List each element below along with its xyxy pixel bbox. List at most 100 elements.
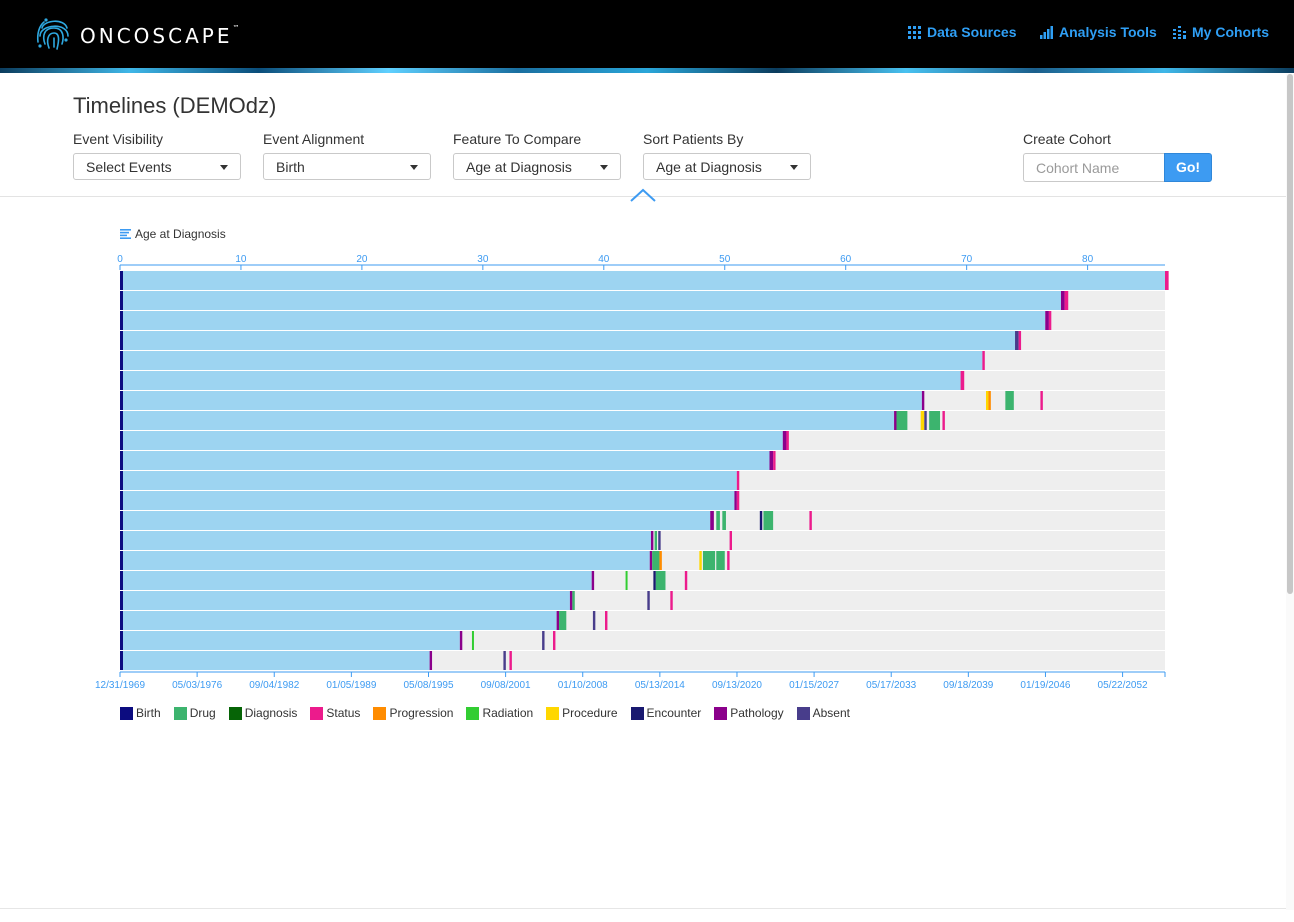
absent-event[interactable] [503, 651, 506, 670]
patient-feature-bar[interactable] [120, 311, 1046, 330]
pathology-event[interactable] [782, 431, 787, 450]
pathology-event[interactable] [649, 551, 653, 570]
status-event[interactable] [684, 571, 688, 590]
pathology-event[interactable] [1060, 291, 1065, 310]
patient-feature-bar[interactable] [120, 611, 557, 630]
pathology-event[interactable] [769, 451, 774, 470]
procedure-event[interactable] [920, 411, 925, 430]
status-event[interactable] [552, 631, 556, 650]
patient-feature-bar[interactable] [120, 271, 1165, 290]
birth-event[interactable] [120, 511, 123, 530]
pathology-event[interactable] [459, 631, 463, 650]
radiation-event[interactable] [471, 631, 474, 650]
encounter-event[interactable] [759, 511, 763, 530]
patient-feature-bar[interactable] [120, 471, 737, 490]
birth-event[interactable] [120, 531, 123, 550]
status-event[interactable] [773, 451, 776, 470]
drug-event[interactable] [1005, 391, 1014, 410]
drug-event[interactable] [763, 511, 774, 530]
status-event[interactable] [1064, 291, 1069, 310]
status-event[interactable] [509, 651, 512, 670]
status-event[interactable] [1040, 391, 1043, 410]
legend-item-progression[interactable]: Progression [373, 706, 453, 720]
progression-event[interactable] [659, 551, 662, 570]
status-event[interactable] [1165, 271, 1169, 290]
drug-event[interactable] [896, 411, 908, 430]
birth-event[interactable] [120, 471, 123, 490]
radiation-event[interactable] [625, 571, 628, 590]
birth-event[interactable] [120, 311, 123, 330]
birth-event[interactable] [120, 571, 123, 590]
absent-event[interactable] [924, 411, 927, 430]
drug-event[interactable] [572, 591, 575, 610]
drug-event[interactable] [716, 511, 720, 530]
legend-item-status[interactable]: Status [310, 706, 360, 720]
status-event[interactable] [736, 491, 740, 510]
birth-event[interactable] [120, 611, 123, 630]
status-event[interactable] [727, 551, 730, 570]
birth-event[interactable] [120, 331, 123, 350]
patient-feature-bar[interactable] [120, 651, 430, 670]
status-event[interactable] [786, 431, 789, 450]
birth-event[interactable] [120, 411, 123, 430]
legend-item-absent[interactable]: Absent [796, 706, 850, 720]
status-event[interactable] [736, 471, 740, 490]
pathology-event[interactable] [710, 511, 714, 530]
drug-event[interactable] [652, 551, 660, 570]
birth-event[interactable] [120, 551, 123, 570]
patient-feature-bar[interactable] [120, 351, 983, 370]
patient-feature-bar[interactable] [120, 451, 770, 470]
birth-event[interactable] [120, 631, 123, 650]
status-event[interactable] [1048, 311, 1052, 330]
patient-feature-bar[interactable] [120, 531, 651, 550]
procedure-event[interactable] [699, 551, 702, 570]
birth-event[interactable] [120, 371, 123, 390]
patient-feature-bar[interactable] [120, 591, 570, 610]
drug-event[interactable] [655, 571, 666, 590]
pathology-event[interactable] [921, 391, 925, 410]
birth-event[interactable] [120, 591, 123, 610]
status-event[interactable] [942, 411, 945, 430]
birth-event[interactable] [120, 491, 123, 510]
legend-item-radiation[interactable]: Radiation [466, 706, 533, 720]
pathology-event[interactable] [734, 491, 737, 510]
status-event[interactable] [960, 371, 965, 390]
absent-event[interactable] [647, 591, 650, 610]
patient-feature-bar[interactable] [120, 431, 783, 450]
status-event[interactable] [729, 531, 733, 550]
birth-event[interactable] [120, 651, 123, 670]
pathology-event[interactable] [569, 591, 573, 610]
pathology-event[interactable] [894, 411, 897, 430]
pathology-event[interactable] [1045, 311, 1049, 330]
legend-item-procedure[interactable]: Procedure [546, 706, 618, 720]
status-event[interactable] [982, 351, 985, 370]
birth-event[interactable] [120, 271, 123, 290]
legend-item-encounter[interactable]: Encounter [630, 706, 701, 720]
patient-feature-bar[interactable] [120, 491, 735, 510]
patient-feature-bar[interactable] [120, 551, 650, 570]
encounter-event[interactable] [653, 571, 656, 590]
patient-feature-bar[interactable] [120, 411, 895, 430]
absent-event[interactable] [542, 631, 545, 650]
patient-feature-bar[interactable] [120, 291, 1061, 310]
legend-item-pathology[interactable]: Pathology [714, 706, 784, 720]
patient-feature-bar[interactable] [120, 391, 922, 410]
status-event[interactable] [1018, 331, 1022, 350]
patient-feature-bar[interactable] [120, 371, 961, 390]
status-event[interactable] [605, 611, 608, 630]
legend-item-drug[interactable]: Drug [173, 706, 216, 720]
absent-event[interactable] [658, 531, 661, 550]
pathology-event[interactable] [556, 611, 560, 630]
status-event[interactable] [809, 511, 812, 530]
drug-event[interactable] [929, 411, 941, 430]
pathology-event[interactable] [429, 651, 433, 670]
drug-event[interactable] [559, 611, 567, 630]
patient-feature-bar[interactable] [120, 571, 592, 590]
pathology-event[interactable] [591, 571, 595, 590]
legend-item-diagnosis[interactable]: Diagnosis [228, 706, 297, 720]
progression-event[interactable] [988, 391, 991, 410]
drug-event[interactable] [722, 511, 726, 530]
birth-event[interactable] [120, 431, 123, 450]
legend-item-birth[interactable]: Birth [120, 706, 161, 720]
absent-event[interactable] [592, 611, 596, 630]
